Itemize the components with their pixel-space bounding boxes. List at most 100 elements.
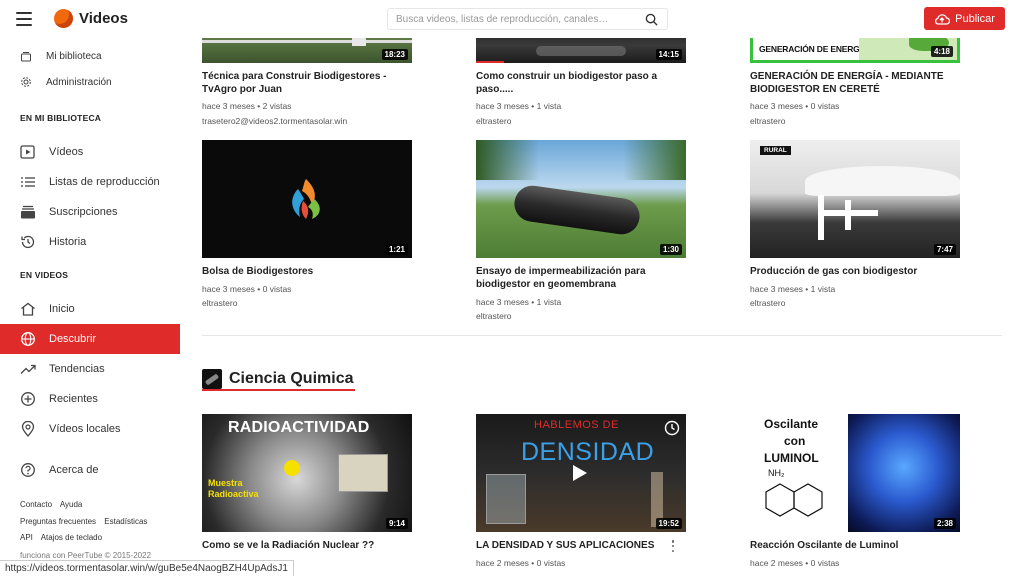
video-meta: hace 3 meses • 0 vistas: [750, 101, 840, 111]
video-thumbnail[interactable]: 14:15: [476, 38, 686, 63]
thumb-shape: [536, 46, 626, 56]
site-brand[interactable]: Videos: [79, 10, 128, 27]
sidebar-item-subscriptions[interactable]: Suscripciones: [0, 197, 180, 227]
thumb-text: NH₂: [768, 468, 785, 478]
thumb-card: [338, 454, 388, 492]
luminol-structure: [765, 483, 823, 517]
video-title[interactable]: Como se ve la Radiación Nuclear ??: [202, 539, 407, 552]
footer-link-api[interactable]: API: [20, 533, 33, 542]
video-title[interactable]: Producción de gas con biodigestor: [750, 265, 955, 278]
sidebar-item-recent[interactable]: Recientes: [0, 384, 180, 414]
sidebar-item-label: Tendencias: [49, 363, 105, 375]
sidebar-item-discover[interactable]: Descubrir: [0, 324, 180, 354]
video-title[interactable]: Reacción Oscilante de Luminol: [750, 539, 955, 552]
top-header: Videos Publicar: [0, 0, 1024, 38]
footer-links-row: Contacto Ayuda: [20, 500, 88, 509]
sidebar-item-local-videos[interactable]: Vídeos locales: [0, 414, 180, 444]
video-thumbnail[interactable]: GENERACIÓN DE ENERGÍA 4:18: [750, 38, 960, 63]
footer-link-stats[interactable]: Estadísticas: [104, 517, 147, 526]
thumb-text: LUMINOL: [764, 451, 819, 465]
category-avatar-shape: [204, 373, 220, 386]
thumb-text: DENSIDAD: [521, 438, 655, 466]
menu-icon[interactable]: [16, 12, 32, 26]
sidebar-item-history[interactable]: Historia: [0, 227, 180, 257]
video-meta: hace 3 meses • 0 vistas: [202, 284, 292, 294]
thumb-trees: [476, 140, 686, 180]
thumb-sign: [352, 38, 366, 46]
video-duration: 2:38: [933, 518, 956, 529]
sidebar-item-my-library[interactable]: Mi biblioteca: [0, 45, 180, 67]
video-thumbnail[interactable]: 1:21: [202, 140, 412, 258]
video-thumbnail[interactable]: Oscilante con LUMINOL NH₂ 2:38: [750, 414, 960, 532]
video-title[interactable]: Como construir un biodigestor paso a pas…: [476, 70, 681, 96]
section-heading-library: EN MI BIBLIOTECA: [20, 113, 102, 123]
sidebar-item-home[interactable]: Inicio: [0, 294, 180, 324]
video-thumbnail[interactable]: RADIOACTIVIDAD Muestra Radioactiva 9:14: [202, 414, 412, 532]
plus-circle-icon: [20, 391, 36, 407]
search-input[interactable]: [388, 9, 628, 30]
sidebar-item-label: Recientes: [49, 393, 98, 405]
video-title[interactable]: Ensayo de impermeabilización para biodig…: [476, 265, 681, 291]
sidebar-item-trending[interactable]: Tendencias: [0, 354, 180, 384]
watch-later-icon[interactable]: [664, 420, 680, 436]
trending-icon: [20, 361, 36, 377]
location-icon: [20, 421, 36, 437]
thumb-text: GENERACIÓN DE ENERGÍA: [759, 44, 868, 54]
video-channel[interactable]: eltrastero: [750, 116, 785, 126]
video-duration: 14:15: [655, 49, 682, 60]
sidebar-item-videos[interactable]: Vídeos: [0, 137, 180, 167]
video-duration: 18:23: [381, 49, 408, 60]
peertube-logo[interactable]: [54, 9, 73, 28]
search-icon[interactable]: [645, 13, 658, 26]
video-thumbnail[interactable]: RURAL 7:47: [750, 140, 960, 258]
video-channel[interactable]: eltrastero: [476, 311, 511, 321]
sidebar-item-about[interactable]: Acerca de: [0, 455, 180, 485]
video-thumbnail[interactable]: HABLEMOS DE DENSIDAD 19:52: [476, 414, 686, 532]
footer-links-row: API Atajos de teclado: [20, 533, 108, 542]
subscriptions-icon: [20, 204, 36, 220]
video-title[interactable]: Técnica para Construir Biodigestores - T…: [202, 70, 407, 96]
video-channel[interactable]: eltrastero: [476, 116, 511, 126]
category-title: Ciencia Quimica: [229, 370, 354, 387]
flame-logo: [292, 179, 320, 219]
video-duration: 9:14: [385, 518, 408, 529]
footer-link-faq[interactable]: Preguntas frecuentes: [20, 517, 96, 526]
video-channel[interactable]: eltrastero: [202, 298, 237, 308]
home-icon: [20, 301, 36, 317]
library-icon: [20, 50, 32, 62]
thumb-label: Muestra Radioactiva: [208, 478, 259, 499]
cloud-upload-icon: [935, 13, 951, 25]
more-options-icon[interactable]: [670, 540, 676, 552]
sidebar-item-label: Vídeos locales: [49, 423, 121, 435]
video-play-icon: [20, 144, 36, 160]
video-title[interactable]: LA DENSIDAD Y SUS APLICACIONES: [476, 539, 681, 552]
sidebar-item-label: Vídeos: [49, 146, 84, 158]
section-divider: [202, 335, 1002, 336]
sidebar-item-label: Historia: [49, 236, 87, 248]
sidebar-item-playlists[interactable]: Listas de reproducción: [0, 167, 180, 197]
globe-icon: [20, 331, 36, 347]
video-meta: hace 2 meses • 0 vistas: [750, 558, 840, 568]
section-heading-videos: EN VIDEOS: [20, 270, 69, 280]
video-meta: hace 2 meses • 0 vistas: [476, 558, 566, 568]
footer-link-shortcuts[interactable]: Atajos de teclado: [41, 533, 102, 542]
video-thumbnail[interactable]: 18:23: [202, 38, 412, 63]
publish-button[interactable]: Publicar: [924, 7, 1005, 30]
video-title[interactable]: Bolsa de Biodigestores: [202, 265, 407, 278]
footer-link-contact[interactable]: Contacto: [20, 500, 52, 509]
thumb-biodigester: [512, 183, 642, 237]
radiation-symbol: [284, 460, 300, 476]
footer-link-help[interactable]: Ayuda: [60, 500, 83, 509]
help-icon: [20, 462, 36, 478]
video-title[interactable]: GENERACIÓN DE ENERGÍA - MEDIANTE BIODIGE…: [750, 70, 955, 96]
sidebar-item-label: Mi biblioteca: [46, 50, 102, 62]
watch-progress-bar: [476, 61, 504, 63]
thumb-pipe: [818, 195, 824, 240]
category-avatar: [202, 369, 222, 389]
video-thumbnail[interactable]: 1:30: [476, 140, 686, 258]
play-icon[interactable]: [572, 464, 588, 482]
sidebar-item-administration[interactable]: Administración: [0, 71, 180, 93]
video-channel[interactable]: trasetero2@videos2.tormentasolar.win: [202, 116, 347, 126]
video-duration: 1:21: [385, 244, 408, 255]
video-channel[interactable]: eltrastero: [750, 298, 785, 308]
